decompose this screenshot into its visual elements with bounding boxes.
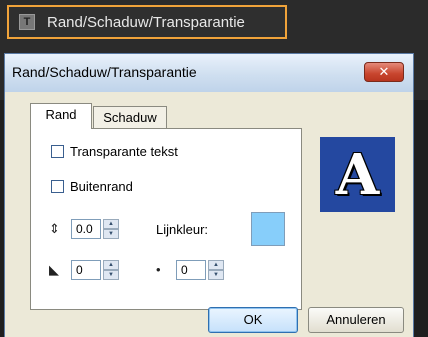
border-width-up-button[interactable]: ▲ bbox=[103, 219, 119, 229]
blur-spin-buttons: ▲ ▼ bbox=[208, 260, 224, 280]
gradient-stepper[interactable]: 0 ▲ ▼ bbox=[71, 260, 119, 280]
blur-up-button[interactable]: ▲ bbox=[208, 260, 224, 270]
gradient-up-button[interactable]: ▲ bbox=[103, 260, 119, 270]
text-preview: A bbox=[320, 137, 395, 212]
line-color-label: Lijnkleur: bbox=[156, 222, 209, 237]
line-color-swatch[interactable] bbox=[251, 212, 285, 246]
blur-down-button[interactable]: ▼ bbox=[208, 270, 224, 280]
dialog-titlebar[interactable]: Rand/Schaduw/Transparantie ✕ bbox=[5, 54, 413, 93]
border-width-spin-buttons: ▲ ▼ bbox=[103, 219, 119, 239]
tab-schaduw[interactable]: Schaduw bbox=[93, 106, 167, 130]
gradient-down-button[interactable]: ▼ bbox=[103, 270, 119, 280]
text-icon: T bbox=[19, 14, 35, 30]
menu-item-border-shadow-transparency[interactable]: T Rand/Schaduw/Transparantie bbox=[7, 5, 287, 39]
border-shadow-transparency-dialog: Rand/Schaduw/Transparantie ✕ Rand Schadu… bbox=[4, 53, 414, 337]
border-width-icon: ⇕ bbox=[49, 221, 60, 236]
outline-checkbox[interactable] bbox=[51, 180, 64, 193]
dialog-content: Rand Schaduw Transparante tekst Buitenra… bbox=[5, 92, 413, 337]
outline-option[interactable]: Buitenrand bbox=[51, 179, 133, 194]
tab-panel-rand: Transparante tekst Buitenrand ⇕ 0.0 ▲ ▼ … bbox=[30, 128, 302, 310]
transparent-text-label: Transparante tekst bbox=[70, 144, 178, 159]
menu-item-label: Rand/Schaduw/Transparantie bbox=[47, 13, 245, 31]
transparent-text-option[interactable]: Transparante tekst bbox=[51, 144, 178, 159]
border-width-stepper[interactable]: 0.0 ▲ ▼ bbox=[71, 219, 119, 239]
close-button[interactable]: ✕ bbox=[364, 62, 404, 82]
transparent-text-checkbox[interactable] bbox=[51, 145, 64, 158]
preview-letter: A bbox=[335, 141, 380, 208]
gradient-input[interactable]: 0 bbox=[71, 260, 101, 280]
gradient-corner-icon: ◣ bbox=[49, 262, 59, 277]
cancel-button[interactable]: Annuleren bbox=[308, 307, 404, 333]
dialog-title: Rand/Schaduw/Transparantie bbox=[12, 64, 197, 80]
border-width-input[interactable]: 0.0 bbox=[71, 219, 101, 239]
border-width-down-button[interactable]: ▼ bbox=[103, 229, 119, 239]
tab-rand[interactable]: Rand bbox=[30, 103, 92, 129]
blur-dot-icon: • bbox=[156, 262, 161, 277]
ok-button[interactable]: OK bbox=[208, 307, 298, 333]
blur-input[interactable]: 0 bbox=[176, 260, 206, 280]
gradient-spin-buttons: ▲ ▼ bbox=[103, 260, 119, 280]
outline-label: Buitenrand bbox=[70, 179, 133, 194]
blur-stepper[interactable]: 0 ▲ ▼ bbox=[176, 260, 224, 280]
